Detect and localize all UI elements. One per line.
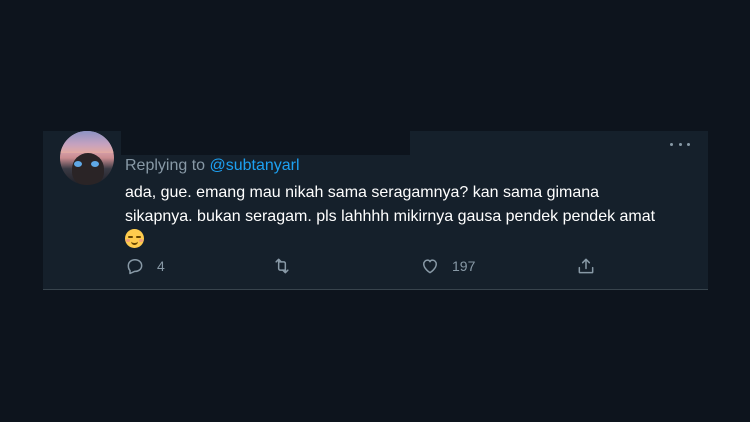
emoji-mouth (131, 240, 138, 245)
avatar-sky (60, 131, 114, 153)
emoji-blush-left (126, 239, 130, 242)
avatar-tear-left (74, 161, 82, 167)
share-button[interactable] (576, 254, 596, 278)
share-icon (578, 258, 594, 274)
more-dot (687, 142, 690, 146)
tweet-text: ada, gue. emang mau nikah sama seragamny… (125, 181, 700, 253)
avatar-tear-right (91, 161, 99, 167)
retweet-button[interactable] (272, 254, 304, 278)
emoji-blush-right (139, 239, 143, 242)
replying-prefix: Replying to (125, 157, 210, 174)
card-notch (121, 131, 410, 155)
screen: Replying to @subtanyarl ada, gue. emang … (0, 0, 750, 422)
emoji-eye-left (128, 236, 133, 238)
tweet-text-line-2: sikapnya. bukan seragam. pls lahhhh miki… (125, 208, 656, 225)
more-horizontal-icon (670, 142, 673, 146)
reply-button[interactable]: 4 (125, 254, 165, 278)
tweet-text-line-1: ada, gue. emang mau nikah sama seragamny… (125, 184, 600, 201)
emoji-eye-right (136, 236, 141, 238)
retweet-icon (275, 258, 289, 274)
like-button[interactable]: 197 (420, 254, 475, 278)
avatar[interactable] (60, 131, 114, 185)
reply-bubble-icon (127, 259, 143, 275)
heart-icon (423, 259, 437, 274)
replying-handle-link[interactable]: @subtanyarl (210, 157, 300, 174)
more-dot (678, 142, 682, 146)
like-count: 197 (452, 258, 476, 274)
more-options-button[interactable] (670, 137, 690, 151)
tweet-card[interactable]: Replying to @subtanyarl ada, gue. emang … (43, 131, 708, 290)
reply-count: 4 (157, 258, 165, 274)
avatar-face (72, 153, 104, 185)
replying-to-line: Replying to @subtanyarl (125, 157, 300, 175)
relieved-face-emoji-icon (125, 229, 144, 248)
tweet-actions-bar: 4 197 (125, 254, 605, 278)
